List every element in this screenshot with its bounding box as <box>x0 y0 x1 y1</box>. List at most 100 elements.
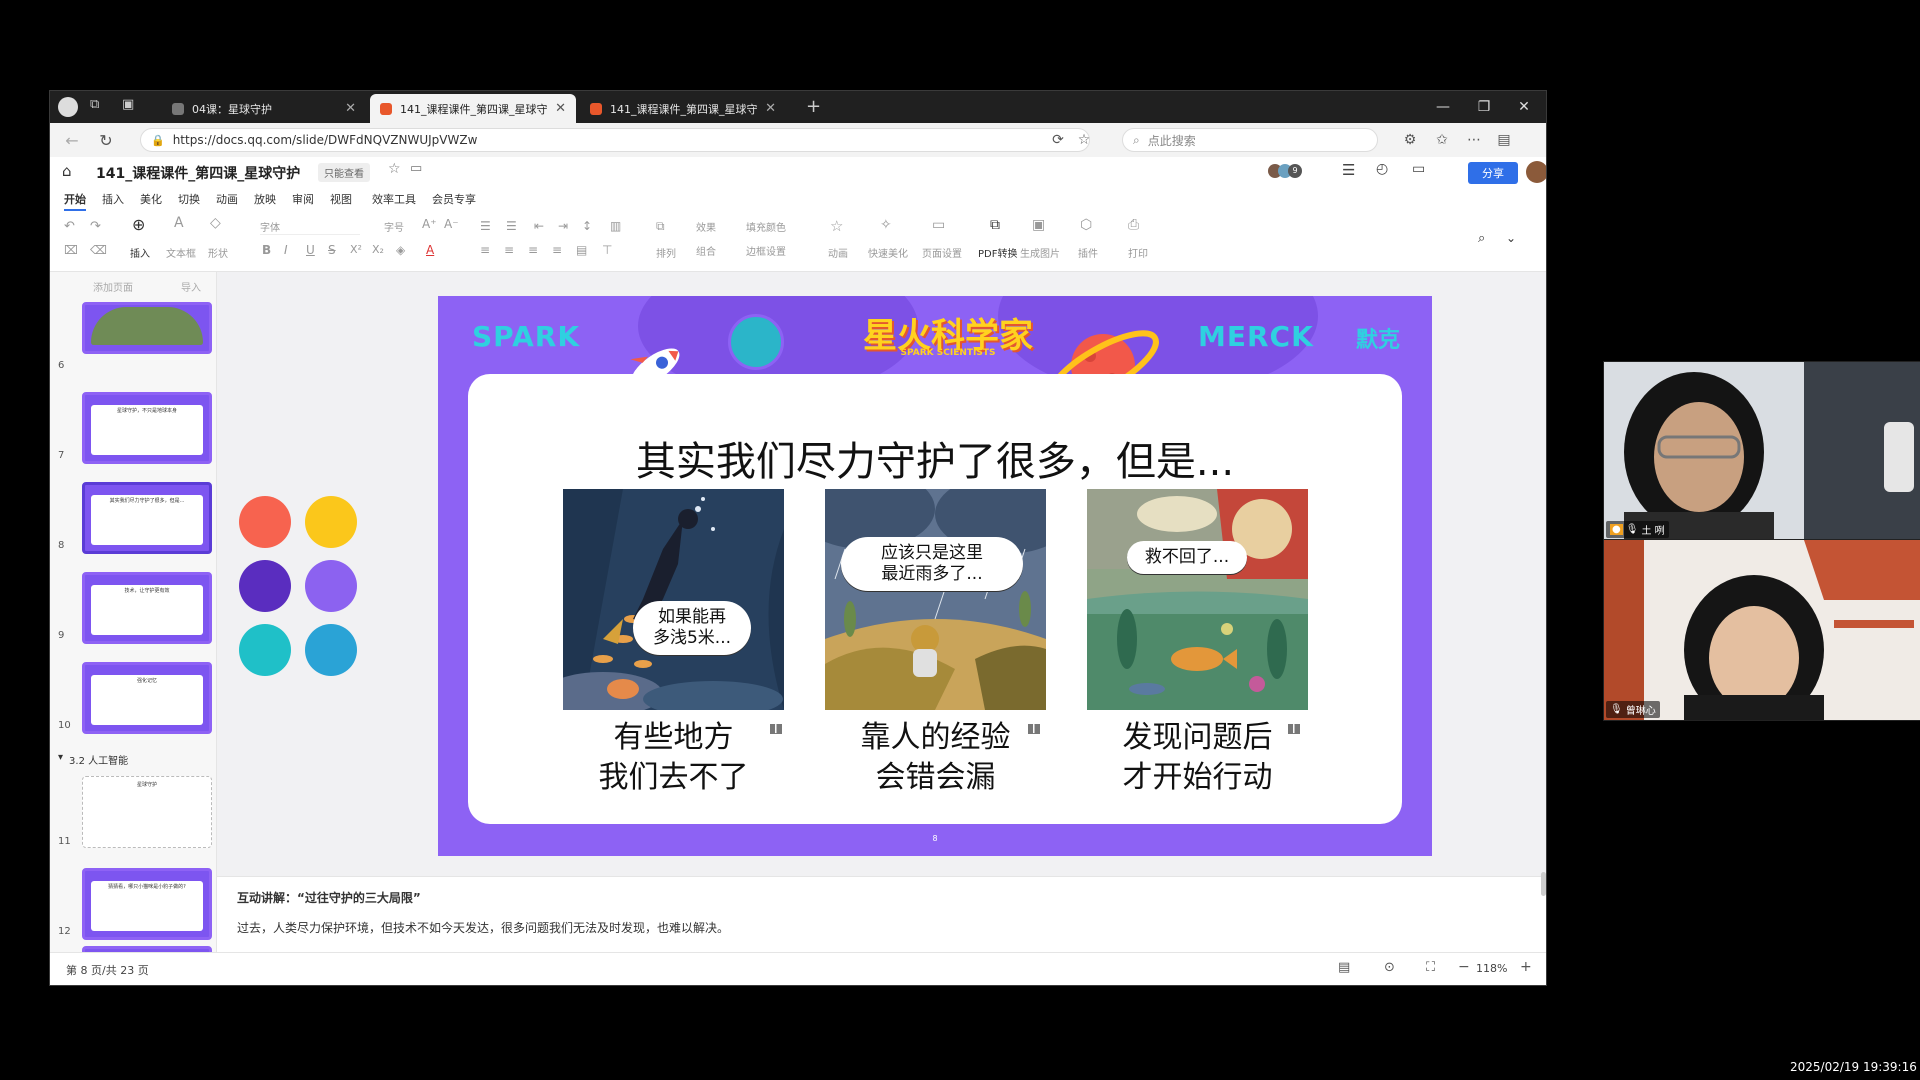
page-setup-button[interactable]: 页面设置 <box>922 245 962 260</box>
indent-icon[interactable]: ⇥ <box>558 219 568 233</box>
increase-font-icon[interactable]: A⁺ <box>422 217 437 231</box>
superscript-icon[interactable]: X² <box>350 243 362 256</box>
menu-tab-animation[interactable]: 动画 <box>216 191 238 207</box>
comment-icon[interactable]: ❙ <box>1288 724 1300 734</box>
back-icon[interactable]: ← <box>60 129 84 151</box>
user-avatar[interactable] <box>1526 161 1546 183</box>
url-field[interactable]: 🔒 https://docs.qq.com/slide/DWFdNQVZNWUJ… <box>140 128 1090 152</box>
collaborator-count[interactable]: 9 <box>1288 164 1302 178</box>
underline-icon[interactable]: U <box>306 243 315 257</box>
folder-icon[interactable]: ▭ <box>410 161 422 176</box>
scrollbar[interactable] <box>1541 872 1546 896</box>
slide-thumbnail[interactable]: 星球守护 <box>82 776 212 848</box>
format-painter-icon[interactable]: ⌧ <box>64 243 78 257</box>
slide-thumbnail[interactable]: 星球守护，不只是地球本身 <box>82 392 212 464</box>
distribute-icon[interactable]: ▤ <box>576 243 587 257</box>
menu-tab-transition[interactable]: 切换 <box>178 191 200 207</box>
effect-button[interactable]: 效果 <box>696 219 716 234</box>
align-center-icon[interactable]: ≡ <box>504 243 514 257</box>
notes-toggle-icon[interactable]: ▤ <box>1338 960 1350 975</box>
speaker-notes[interactable]: 互动讲解：“过往守护的三大局限” 过去，人类尽力保护环境，但技术不如今天发达，很… <box>217 876 1546 953</box>
slide-thumbnail[interactable]: 猜猜看，哪只小猫咪是小豹子做的? <box>82 868 212 940</box>
fill-color-button[interactable]: 填充颜色 <box>746 219 786 234</box>
arrange-button[interactable]: 排列 <box>656 245 676 260</box>
participant-video-1[interactable]: ● 🎙 土 咧 <box>1603 361 1920 541</box>
numbered-list-icon[interactable]: ☰ <box>506 219 517 233</box>
minimize-icon[interactable]: — <box>1421 91 1465 123</box>
star-icon[interactable]: ☆ <box>388 161 401 177</box>
font-select[interactable]: 字体 <box>260 219 360 235</box>
close-window-icon[interactable]: ✕ <box>1502 91 1546 123</box>
menu-tab-start[interactable]: 开始 <box>64 191 86 211</box>
textbox-icon[interactable]: A <box>174 215 184 231</box>
palette-swatch-sky[interactable] <box>305 624 357 676</box>
arrange-icon[interactable]: ⧉ <box>656 219 665 234</box>
share-button[interactable]: 分享 <box>1468 162 1518 184</box>
import-button[interactable]: 导入 <box>174 276 208 296</box>
menu-tab-efficiency[interactable]: 效率工具 <box>372 191 416 207</box>
palette-swatch-violet[interactable] <box>305 560 357 612</box>
print-icon[interactable]: ⎙ <box>1128 217 1139 233</box>
restore-icon[interactable]: ❐ <box>1462 91 1506 123</box>
favorite-star-icon[interactable]: ☆ <box>1072 129 1096 151</box>
generate-image-icon[interactable]: ▣ <box>1032 217 1045 233</box>
strikethrough-icon[interactable]: S <box>328 243 336 257</box>
highlight-icon[interactable]: ◈ <box>396 243 405 257</box>
collapse-toolbar-icon[interactable]: ⌄ <box>1506 231 1516 245</box>
textbox-button[interactable]: 文本框 <box>166 245 196 260</box>
zoom-in-icon[interactable]: + <box>1520 959 1532 975</box>
participant-video-2[interactable]: 🎙 曾琳心 <box>1603 539 1920 721</box>
decrease-font-icon[interactable]: A⁻ <box>444 217 459 231</box>
home-icon[interactable]: ⌂ <box>62 162 72 180</box>
fit-screen-icon[interactable]: ⛶ <box>1426 960 1435 975</box>
undo-icon[interactable]: ↶ <box>64 219 75 234</box>
insert-button[interactable]: 插入 <box>130 245 150 260</box>
tab-3[interactable]: 141_课程课件_第四课_星球守护 ✕ <box>580 94 786 123</box>
shape-icon[interactable]: ◇ <box>210 215 221 231</box>
new-tab-icon[interactable]: + <box>806 96 821 117</box>
tab-actions-icon[interactable]: ▣ <box>122 97 134 112</box>
align-left-icon[interactable]: ≡ <box>480 243 490 257</box>
palette-swatch-indigo[interactable] <box>239 560 291 612</box>
menu-list-icon[interactable]: ☰ <box>1342 161 1355 179</box>
pdf-convert-button[interactable]: PDF转换 <box>978 245 1017 260</box>
plugin-button[interactable]: 插件 <box>1078 245 1098 260</box>
align-right-icon[interactable]: ≡ <box>528 243 538 257</box>
comment-icon[interactable]: ❙ <box>1028 724 1040 734</box>
clear-format-icon[interactable]: ⌫ <box>90 243 107 257</box>
generate-image-button[interactable]: 生成图片 <box>1020 245 1060 260</box>
palette-swatch-teal[interactable] <box>239 624 291 676</box>
columns-icon[interactable]: ▥ <box>610 219 621 233</box>
slide-thumbnail[interactable]: 技术，让守护更有效 <box>82 572 212 644</box>
palette-swatch-yellow[interactable] <box>305 496 357 548</box>
search-icon[interactable]: ⌕ <box>1478 231 1485 246</box>
animation-icon[interactable]: ☆ <box>830 217 843 235</box>
present-icon[interactable]: ▭ <box>1412 161 1425 177</box>
more-icon[interactable]: ⋯ <box>1462 129 1486 151</box>
slide-thumbnail-selected[interactable]: 其实我们尽力守护了很多，但是... <box>82 482 212 554</box>
combine-button[interactable]: 组合 <box>696 243 716 258</box>
profile-avatar[interactable] <box>58 97 78 117</box>
shape-button[interactable]: 形状 <box>208 245 228 260</box>
refresh-icon[interactable]: ↻ <box>94 129 118 151</box>
insert-plus-icon[interactable]: ⊕ <box>132 215 145 234</box>
comment-icon[interactable]: ❙ <box>770 724 782 734</box>
section-header[interactable]: ▾ 3.2 人工智能 <box>58 752 128 767</box>
menu-tab-beautify[interactable]: 美化 <box>140 191 162 207</box>
close-tab-icon[interactable]: ✕ <box>555 101 566 116</box>
italic-icon[interactable]: I <box>284 243 288 257</box>
page-setup-icon[interactable]: ▭ <box>932 217 945 233</box>
bullet-list-icon[interactable]: ☰ <box>480 219 491 233</box>
line-spacing-icon[interactable]: ↕ <box>582 219 592 233</box>
zoom-out-icon[interactable]: − <box>1458 959 1470 975</box>
add-page-button[interactable]: 添加页面 <box>58 276 168 296</box>
menu-tab-slideshow[interactable]: 放映 <box>254 191 276 207</box>
outdent-icon[interactable]: ⇤ <box>534 219 544 233</box>
menu-tab-vip[interactable]: 会员专享 <box>432 191 476 207</box>
close-tab-icon[interactable]: ✕ <box>765 101 776 116</box>
workspaces-icon[interactable]: ⧉ <box>90 97 99 112</box>
menu-tab-view[interactable]: 视图 <box>330 191 352 207</box>
font-color-icon[interactable]: A <box>426 243 434 257</box>
history-icon[interactable]: ◴ <box>1376 161 1388 177</box>
sidebar-toggle-icon[interactable]: ▤ <box>1492 129 1516 151</box>
